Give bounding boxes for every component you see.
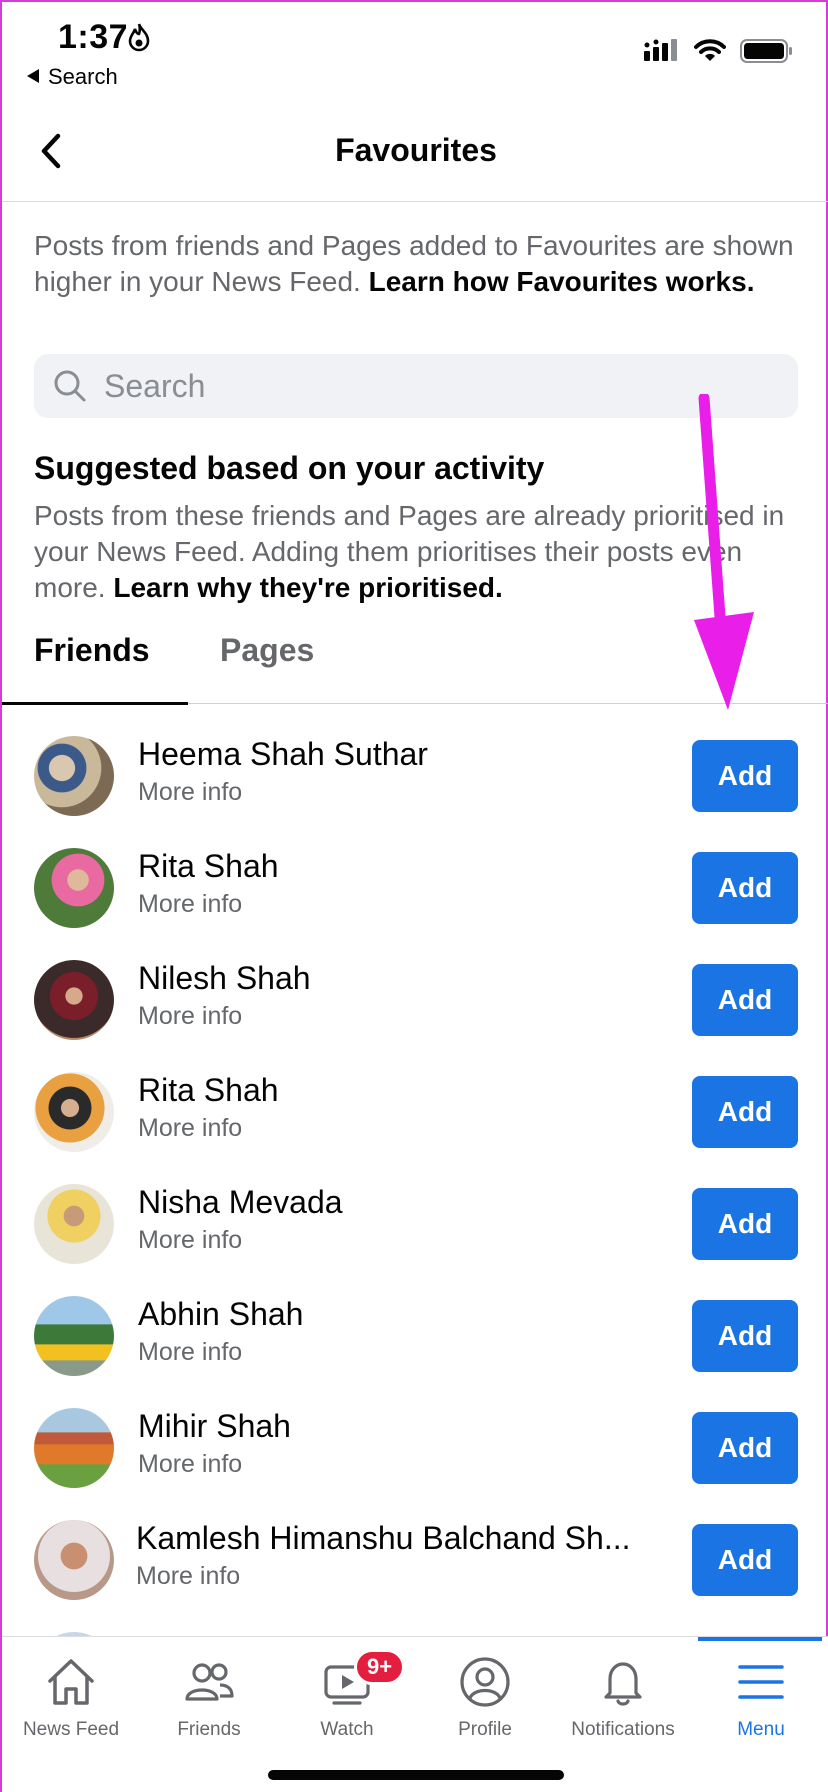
home-icon — [48, 1659, 94, 1705]
nav-header: Favourites — [2, 102, 828, 202]
friend-name[interactable]: Rita Shah — [138, 1072, 279, 1109]
friend-name[interactable]: Kamlesh Himanshu Balchand Sh... — [136, 1520, 630, 1557]
list-item: Abhin Shah More info Add — [2, 1262, 828, 1376]
status-time: 1:37 — [58, 18, 129, 56]
watch-badge: 9+ — [354, 1649, 406, 1685]
tabbar-friends[interactable]: Friends — [140, 1655, 278, 1741]
friend-name[interactable]: Nisha Mevada — [138, 1184, 343, 1221]
friend-name[interactable]: Mihir Shah — [138, 1408, 291, 1445]
avatar[interactable] — [34, 1408, 114, 1488]
tabbar-label: Friends — [177, 1719, 241, 1740]
favourites-intro: Posts from friends and Pages added to Fa… — [34, 228, 804, 300]
bell-icon — [604, 1662, 642, 1706]
learn-prioritised-link[interactable]: Learn why they're prioritised. — [113, 572, 502, 603]
back-to-search-label: Search — [48, 64, 118, 89]
more-info-link[interactable]: More info — [138, 1338, 242, 1367]
signal-icon — [644, 39, 677, 61]
friends-list: Heema Shah Suthar More info Add Rita Sha… — [2, 702, 828, 1637]
list-item: Mihir Shah More info Add — [2, 1374, 828, 1488]
list-item: Rita Shah More info Add — [2, 814, 828, 928]
list-item: Nilesh Shah More info Add — [2, 926, 828, 1040]
hotspot-icon — [128, 23, 150, 52]
menu-active-indicator — [698, 1637, 822, 1641]
list-item: Heema Shah Suthar More info Add — [2, 702, 828, 816]
add-button[interactable]: Add — [692, 1412, 798, 1484]
add-button[interactable]: Add — [692, 1524, 798, 1596]
tabbar-label: Watch — [320, 1719, 374, 1740]
friend-name[interactable]: Rita Shah — [138, 848, 279, 885]
avatar[interactable] — [34, 1296, 114, 1376]
tabbar-notifications[interactable]: Notifications — [554, 1655, 692, 1741]
list-item: Rita Shah More info Add — [2, 1038, 828, 1152]
tab-pages[interactable]: Pages — [220, 632, 314, 669]
friend-name[interactable]: Nilesh Shah — [138, 960, 311, 997]
friends-icon — [185, 1663, 234, 1701]
add-button[interactable]: Add — [692, 852, 798, 924]
tabbar-watch[interactable]: 9+ Watch — [278, 1649, 416, 1741]
add-button[interactable]: Add — [692, 1300, 798, 1372]
profile-icon — [460, 1657, 510, 1707]
status-icons — [644, 38, 794, 64]
status-bar: 1:37 Search — [2, 2, 828, 98]
menu-icon — [738, 1665, 784, 1699]
friend-name[interactable]: Heema Shah Suthar — [138, 736, 428, 773]
search-icon — [54, 370, 86, 402]
more-info-link[interactable]: More info — [138, 1226, 242, 1255]
annotation-arrow — [694, 394, 754, 710]
more-info-link[interactable]: More info — [138, 890, 242, 919]
add-button[interactable]: Add — [692, 1076, 798, 1148]
tab-friends[interactable]: Friends — [34, 632, 150, 669]
back-to-search-link[interactable]: Search — [26, 64, 118, 90]
friend-name[interactable]: Abhin Shah — [138, 1296, 303, 1333]
avatar[interactable] — [34, 1520, 114, 1600]
avatar[interactable] — [34, 1184, 114, 1264]
learn-favourites-link[interactable]: Learn how Favourites works. — [369, 266, 755, 297]
avatar[interactable] — [34, 960, 114, 1040]
search-input[interactable] — [104, 354, 764, 418]
list-item: Kamlesh Himanshu Balchand Sh... More inf… — [2, 1486, 828, 1600]
home-indicator — [268, 1770, 564, 1780]
avatar[interactable] — [34, 736, 114, 816]
tabbar-label: News Feed — [22, 1719, 120, 1740]
tabbar-label: Notifications — [571, 1719, 675, 1740]
tabbar-profile[interactable]: Profile — [416, 1655, 554, 1741]
list-item: Nisha Mevada More info Add — [2, 1150, 828, 1264]
more-info-link[interactable]: More info — [136, 1562, 240, 1591]
avatar[interactable] — [34, 848, 114, 928]
add-button[interactable]: Add — [692, 740, 798, 812]
back-triangle-icon — [26, 64, 40, 90]
tabbar-news-feed[interactable]: News Feed — [2, 1655, 140, 1741]
add-button[interactable]: Add — [692, 1188, 798, 1260]
tabbar-menu[interactable]: Menu — [692, 1655, 828, 1741]
more-info-link[interactable]: More info — [138, 1114, 242, 1143]
add-button[interactable]: Add — [692, 964, 798, 1036]
page-title: Favourites — [335, 132, 497, 168]
bottom-tab-bar: News Feed Friends 9+ Watch Profile Notif… — [2, 1636, 828, 1792]
list-item — [2, 1598, 828, 1637]
more-info-link[interactable]: More info — [138, 1450, 242, 1479]
battery-icon — [740, 39, 792, 63]
more-info-link[interactable]: More info — [138, 1002, 242, 1031]
tabbar-label: Menu — [737, 1719, 785, 1740]
wifi-icon — [694, 39, 726, 61]
more-info-link[interactable]: More info — [138, 778, 242, 807]
tabbar-label: Profile — [458, 1719, 512, 1740]
avatar[interactable] — [34, 1072, 114, 1152]
suggested-title: Suggested based on your activity — [34, 450, 545, 486]
